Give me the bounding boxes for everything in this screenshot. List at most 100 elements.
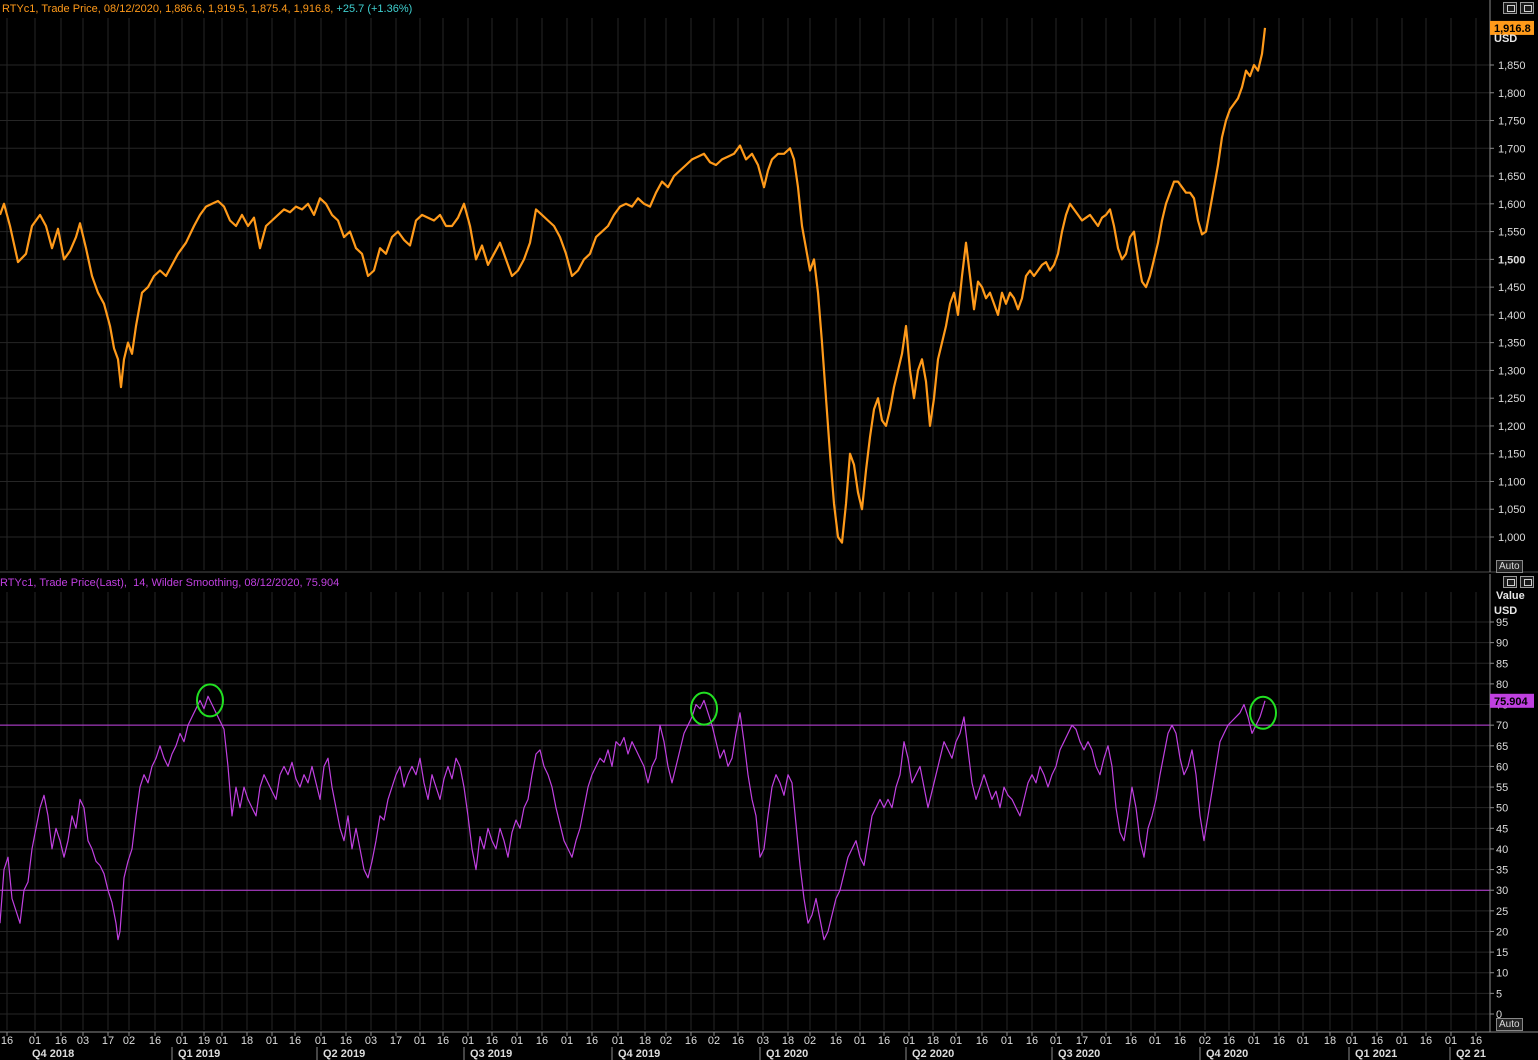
x-day-label: 18 bbox=[1324, 1035, 1336, 1047]
price-y-tick-label: 1,100 bbox=[1498, 476, 1526, 488]
rsi-series-line bbox=[0, 695, 1266, 941]
x-day-label: 03 bbox=[365, 1035, 377, 1047]
x-day-label: 01 bbox=[903, 1035, 915, 1047]
x-day-label: 02 bbox=[1199, 1035, 1211, 1047]
rsi-date: 08/12/2020 bbox=[244, 577, 300, 589]
rsi-pane-close-button[interactable] bbox=[1520, 576, 1534, 588]
x-quarter-label: Q2 21 bbox=[1456, 1048, 1486, 1060]
price-y-tick-label: 1,450 bbox=[1498, 282, 1526, 294]
x-day-label: 16 bbox=[1026, 1035, 1038, 1047]
x-day-label: 02 bbox=[123, 1035, 135, 1047]
price-unit-label: USD bbox=[1494, 33, 1518, 45]
x-day-label: 16 bbox=[1174, 1035, 1186, 1047]
price-y-tick-label: 1,800 bbox=[1498, 88, 1526, 100]
peak-highlights bbox=[196, 683, 1277, 730]
x-quarter-label: Q1 2021 bbox=[1355, 1048, 1397, 1060]
x-quarter-label: Q4 2018 bbox=[32, 1048, 74, 1060]
rsi-unit-label: USD bbox=[1494, 605, 1518, 617]
rsi-y-tick-label: 55 bbox=[1496, 782, 1508, 794]
price-low: 1,875.4 bbox=[250, 3, 288, 15]
x-day-label: 01 bbox=[1149, 1035, 1161, 1047]
price-change-pct: (+1.36%) bbox=[367, 3, 413, 15]
price-y-tick-label: 1,250 bbox=[1498, 393, 1526, 405]
rsi-y-tick-label: 95 bbox=[1496, 617, 1508, 629]
x-day-label: 16 bbox=[149, 1035, 161, 1047]
price-high: 1,919.5 bbox=[207, 3, 245, 15]
price-y-tick-label: 1,500 bbox=[1498, 254, 1526, 266]
x-day-label: 16 bbox=[685, 1035, 697, 1047]
price-field: Trade Price bbox=[41, 3, 98, 15]
price-y-tick-label: 1,050 bbox=[1498, 504, 1526, 516]
x-day-label: 16 bbox=[976, 1035, 988, 1047]
price-y-tick-label: 1,600 bbox=[1498, 199, 1526, 211]
x-day-label: 01 bbox=[176, 1035, 188, 1047]
rsi-axis-title: Value bbox=[1496, 590, 1525, 602]
rsi-y-tick-label: 65 bbox=[1496, 741, 1508, 753]
rsi-y-tick-label: 70 bbox=[1496, 720, 1508, 732]
x-day-label: 17 bbox=[390, 1035, 402, 1047]
x-day-label: 16 bbox=[536, 1035, 548, 1047]
x-day-label: 16 bbox=[1, 1035, 13, 1047]
price-y-tick-label: 1,650 bbox=[1498, 171, 1526, 183]
rsi-pane-maximize-button[interactable] bbox=[1503, 576, 1517, 588]
x-day-label: 16 bbox=[830, 1035, 842, 1047]
series-lines bbox=[0, 27, 1267, 941]
x-day-label: 19 bbox=[198, 1035, 210, 1047]
rsi-last-value-label: 75.904 bbox=[1494, 696, 1529, 708]
x-day-label: 16 bbox=[586, 1035, 598, 1047]
rsi-y-tick-label: 85 bbox=[1496, 658, 1508, 670]
x-day-label: 16 bbox=[1223, 1035, 1235, 1047]
x-day-label: 01 bbox=[1346, 1035, 1358, 1047]
x-day-label: 01 bbox=[1396, 1035, 1408, 1047]
x-day-label: 02 bbox=[660, 1035, 672, 1047]
x-day-label: 17 bbox=[102, 1035, 114, 1047]
x-day-label: 01 bbox=[29, 1035, 41, 1047]
price-y-tick-label: 1,700 bbox=[1498, 143, 1526, 155]
x-day-label: 16 bbox=[340, 1035, 352, 1047]
x-day-label: 16 bbox=[1273, 1035, 1285, 1047]
x-day-label: 16 bbox=[486, 1035, 498, 1047]
x-day-label: 01 bbox=[315, 1035, 327, 1047]
x-day-label: 16 bbox=[289, 1035, 301, 1047]
price-open: 1,886.6 bbox=[165, 3, 202, 15]
rsi-y-tick-label: 80 bbox=[1496, 679, 1508, 691]
x-day-label: 01 bbox=[266, 1035, 278, 1047]
rsi-y-tick-label: 40 bbox=[1496, 844, 1508, 856]
price-symbol: RTYc1 bbox=[2, 3, 36, 15]
x-day-label: 01 bbox=[950, 1035, 962, 1047]
price-auto-scale-button[interactable]: Auto bbox=[1496, 560, 1523, 573]
price-y-tick-label: 1,750 bbox=[1498, 116, 1526, 128]
rsi-period: 14 bbox=[133, 577, 146, 589]
x-day-label: 01 bbox=[462, 1035, 474, 1047]
price-y-tick-label: 1,300 bbox=[1498, 365, 1526, 377]
x-day-label: 01 bbox=[561, 1035, 573, 1047]
price-pane-close-button[interactable] bbox=[1520, 2, 1534, 14]
chart-canvas: 1,000 1,050 1,100 1,150 1,200 1,250 1,300 1,350… bbox=[0, 0, 1538, 1060]
price-y-tick-label: 1,000 bbox=[1498, 532, 1526, 544]
rsi-y-tick-label: 15 bbox=[1496, 947, 1508, 959]
x-day-label: 01 bbox=[1297, 1035, 1309, 1047]
x-day-label: 03 bbox=[757, 1035, 769, 1047]
price-close: 1,916.8 bbox=[293, 3, 331, 15]
rsi-auto-scale-button[interactable]: Auto bbox=[1496, 1018, 1523, 1031]
x-day-label: 16 bbox=[1125, 1035, 1137, 1047]
price-y-tick-label: 1,350 bbox=[1498, 338, 1526, 350]
x-day-label: 03 bbox=[77, 1035, 89, 1047]
rsi-field: Trade Price(Last) bbox=[39, 577, 124, 589]
rsi-y-tick-label: 50 bbox=[1496, 803, 1508, 815]
x-day-label: 17 bbox=[1076, 1035, 1088, 1047]
grid-lines bbox=[0, 18, 1490, 1030]
x-quarter-label: Q4 2020 bbox=[1206, 1048, 1248, 1060]
x-day-label: 01 bbox=[216, 1035, 228, 1047]
price-pane-maximize-button[interactable] bbox=[1503, 2, 1517, 14]
x-quarter-label: Q3 2020 bbox=[1058, 1048, 1100, 1060]
price-legend: RTYc1, Trade Price, 08/12/2020, 1,886.6,… bbox=[2, 3, 413, 15]
rsi-method: Wilder Smoothing bbox=[151, 577, 239, 589]
price-y-tick-label: 1,400 bbox=[1498, 310, 1526, 322]
rsi-symbol: RTYc1 bbox=[0, 577, 34, 589]
price-date: 08/12/2020 bbox=[103, 3, 159, 15]
rsi-y-tick-label: 5 bbox=[1496, 988, 1502, 1000]
x-quarter-label: Q2 2020 bbox=[912, 1048, 954, 1060]
x-day-label: 01 bbox=[511, 1035, 523, 1047]
x-day-label: 18 bbox=[782, 1035, 794, 1047]
